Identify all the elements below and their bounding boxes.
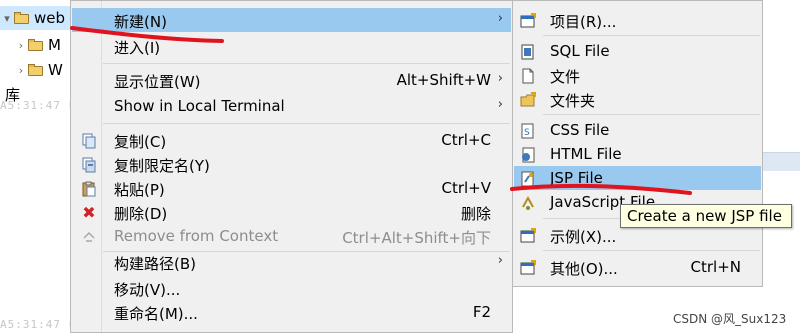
menu-item-show-in[interactable]: 显示位置(W) Alt+Shift+W › [72, 68, 511, 92]
menu-item-shortcut: Ctrl+N [690, 258, 741, 276]
menu-item-show-in-terminal[interactable]: Show in Local Terminal › [72, 94, 511, 118]
menu-item-label: 进入(I) [114, 39, 161, 57]
submenu-arrow-icon: › [497, 11, 503, 26]
menu-item-label: 文件夹 [550, 92, 596, 110]
submenu-item-css-file[interactable]: S CSS File [514, 118, 761, 142]
menu-item-label: SQL File [550, 42, 610, 60]
menu-item-paste[interactable]: 粘贴(P) Ctrl+V [72, 176, 511, 200]
menu-separator [543, 250, 760, 251]
project-icon [520, 13, 536, 29]
menu-item-label: 重命名(M)... [114, 305, 198, 323]
paste-icon [81, 181, 97, 197]
menu-separator [543, 114, 760, 115]
submenu-arrow-icon: › [497, 71, 503, 86]
menu-item-go-into[interactable]: 进入(I) [72, 34, 511, 58]
tree-item-label: M [48, 36, 61, 54]
tree-item-web[interactable]: ▾ web [0, 6, 72, 30]
menu-item-copy-qualified-name[interactable]: 复制限定名(Y) [72, 152, 511, 176]
css-file-icon: S [520, 123, 536, 139]
menu-separator [543, 35, 760, 36]
menu-item-shortcut: F2 [472, 303, 491, 321]
sql-file-icon [520, 44, 536, 60]
context-menu: 新建(N) › 进入(I) 显示位置(W) Alt+Shift+W › Show… [70, 0, 513, 333]
menu-separator [103, 63, 510, 64]
tooltip: Create a new JSP file [620, 204, 792, 228]
submenu-item-jsp-file[interactable]: JSP File [514, 166, 761, 190]
menu-item-new[interactable]: 新建(N) › [72, 8, 511, 32]
html-file-icon [520, 147, 536, 163]
tree-item-label: W [48, 61, 63, 79]
menu-item-label: 文件 [550, 68, 581, 86]
menu-item-label: 示例(X)... [550, 228, 617, 246]
menu-item-label: 复制限定名(Y) [114, 157, 210, 175]
menu-item-label: 其他(O)... [550, 260, 618, 278]
submenu-item-other[interactable]: 其他(O)... Ctrl+N [514, 255, 761, 279]
folder-icon [28, 39, 44, 51]
copy-qualified-icon [81, 157, 97, 173]
menu-item-rename[interactable]: 重命名(M)... F2 [72, 300, 511, 324]
menu-item-label: 显示位置(W) [114, 73, 201, 91]
menu-item-shortcut: Alt+Shift+W [396, 71, 491, 89]
file-icon [520, 68, 536, 84]
menu-item-shortcut: Ctrl+C [441, 131, 491, 149]
folder-icon [14, 12, 30, 24]
tree-item-w[interactable]: › W [14, 58, 63, 82]
example-icon [520, 228, 536, 244]
menu-item-label: HTML File [550, 145, 622, 163]
new-submenu: 项目(R)... SQL File 文件 文件夹 S CSS File HTML… [512, 0, 763, 287]
submenu-item-file[interactable]: 文件 [514, 63, 761, 87]
menu-item-label: Show in Local Terminal [114, 97, 285, 115]
submenu-arrow-icon: › [497, 253, 503, 268]
menu-item-copy[interactable]: 复制(C) Ctrl+C [72, 128, 511, 152]
menu-item-move[interactable]: 移动(V)... [72, 276, 511, 300]
submenu-arrow-icon: › [497, 97, 503, 112]
menu-item-label: CSS File [550, 121, 610, 139]
folder-icon [28, 64, 44, 76]
expand-chevron-icon[interactable]: ▾ [0, 12, 14, 25]
submenu-item-sql-file[interactable]: SQL File [514, 39, 761, 63]
menu-item-label: 新建(N) [114, 13, 167, 31]
menu-separator [103, 123, 510, 124]
delete-icon: ✖ [82, 203, 96, 222]
submenu-item-project[interactable]: 项目(R)... [514, 8, 761, 32]
tree-item-m[interactable]: › M [14, 33, 61, 57]
menu-item-label: 复制(C) [114, 133, 167, 151]
credit-watermark: CSDN @风_Sux123 [673, 312, 787, 326]
menu-item-label: 项目(R)... [550, 13, 617, 31]
jsp-file-icon [520, 171, 536, 187]
collapse-chevron-icon[interactable]: › [14, 39, 28, 52]
menu-item-label: 构建路径(B) [114, 255, 196, 273]
menu-item-build-path[interactable]: 构建路径(B) › [72, 250, 511, 274]
submenu-item-html-file[interactable]: HTML File [514, 142, 761, 166]
menu-item-remove-from-context: Remove from Context Ctrl+Alt+Shift+向下 [72, 224, 511, 248]
project-tree: ▾ web › M › W 库 [0, 0, 80, 333]
background-panel [763, 0, 800, 333]
tree-item-label: web [34, 9, 66, 27]
menu-item-label: 删除(D) [114, 205, 168, 223]
folder-icon [520, 92, 536, 108]
collapse-chevron-icon[interactable]: › [14, 64, 28, 77]
menu-item-shortcut: 删除 [460, 205, 491, 223]
panel-header-bar [763, 152, 800, 171]
copy-icon [81, 133, 97, 149]
menu-item-delete[interactable]: ✖ 删除(D) 删除 [72, 200, 511, 224]
javascript-file-icon [520, 195, 536, 211]
menu-item-label: 移动(V)... [114, 281, 181, 299]
other-icon [520, 260, 536, 276]
menu-item-label: JSP File [550, 169, 603, 187]
menu-item-shortcut: Ctrl+Alt+Shift+向下 [342, 229, 491, 247]
remove-context-icon [81, 229, 97, 245]
submenu-item-folder[interactable]: 文件夹 [514, 87, 761, 111]
svg-text:S: S [524, 128, 530, 138]
menu-item-label: Remove from Context [114, 227, 279, 245]
menu-item-label: 粘贴(P) [114, 181, 165, 199]
menu-item-shortcut: Ctrl+V [441, 179, 491, 197]
